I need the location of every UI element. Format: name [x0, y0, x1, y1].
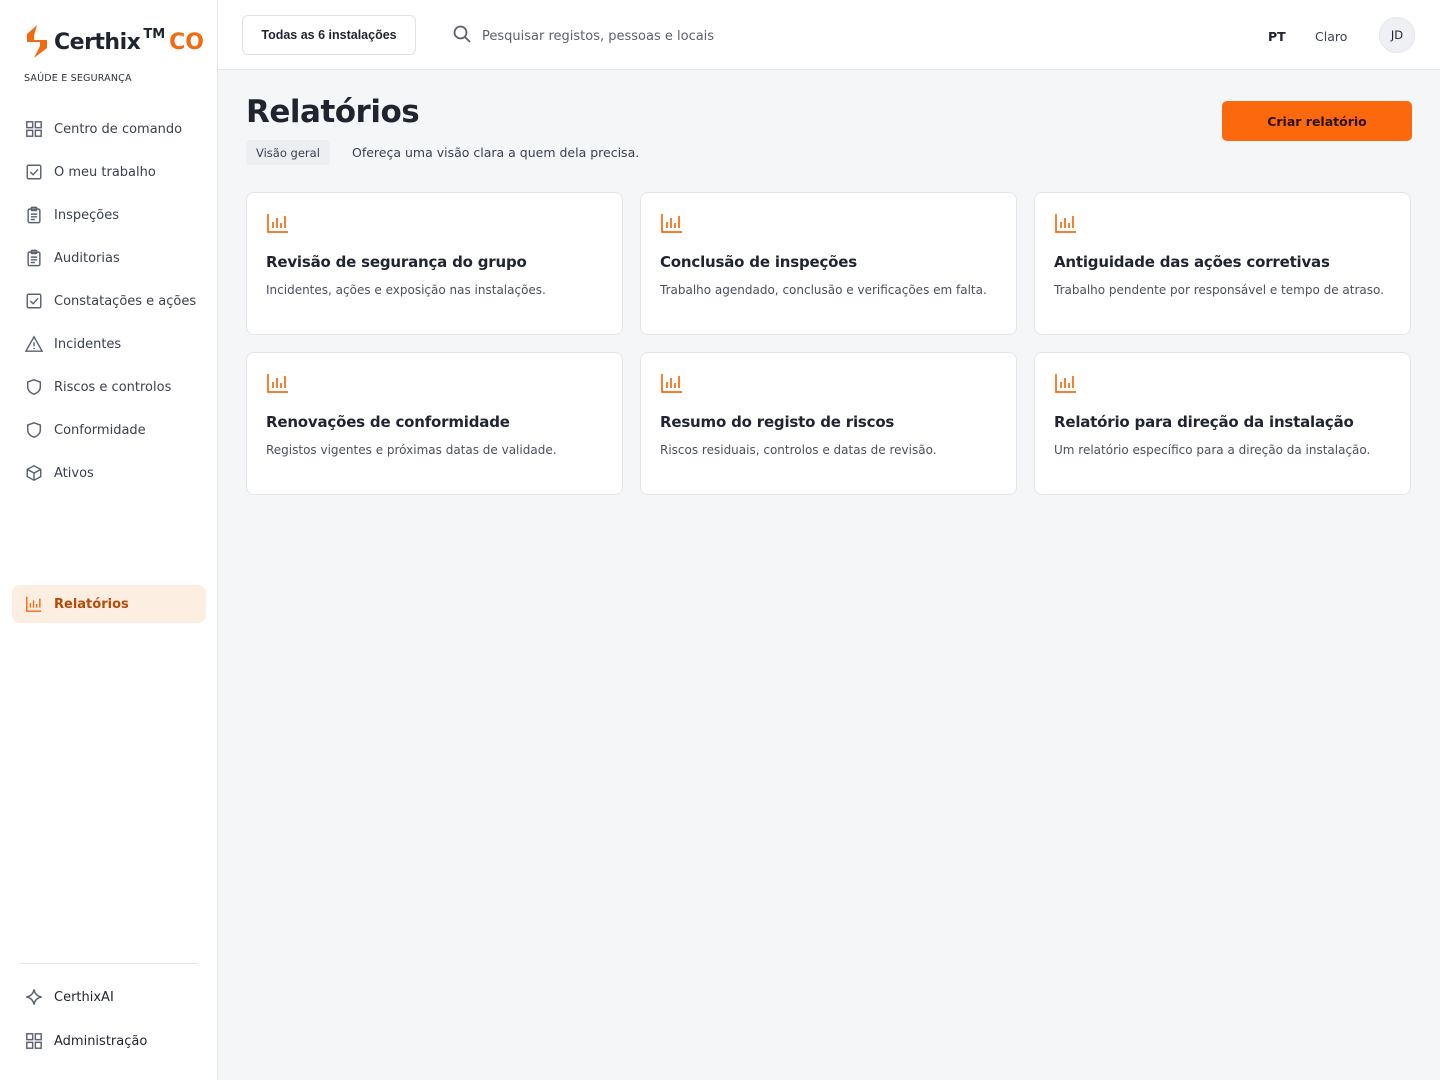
check-square-icon	[24, 162, 44, 182]
sidebar-item-riscos-e-controlos[interactable]: Riscos e controlos	[12, 368, 206, 406]
sidebar-item-incidentes[interactable]: Incidentes	[12, 325, 206, 363]
sidebar-item-label: Incidentes	[54, 336, 122, 352]
sidebar-item-label: Centro de comando	[54, 121, 183, 137]
sidebar-item-label: Relatórios	[54, 596, 129, 612]
grid-icon	[24, 119, 44, 139]
warning-triangle-icon	[24, 334, 44, 354]
bar-chart-icon	[660, 214, 684, 239]
report-card[interactable]: Antiguidade das ações corretivas Trabalh…	[1034, 192, 1411, 335]
sidebar-divider	[20, 963, 198, 964]
create-report-button[interactable]: Criar relatório	[1222, 101, 1412, 141]
report-card-title: Resumo do registo de riscos	[660, 413, 895, 431]
report-card-title: Conclusão de inspeções	[660, 253, 857, 271]
bar-chart-icon	[24, 594, 44, 614]
bar-chart-icon	[266, 374, 290, 399]
brand-trademark: TM	[143, 26, 166, 42]
bar-chart-icon	[1054, 374, 1078, 399]
page-title: Relatórios	[246, 94, 420, 130]
overview-chip: Visão geral	[246, 140, 330, 165]
report-card-description: Um relatório específico para a direção d…	[1054, 443, 1371, 457]
sidebar-item-label: Administração	[54, 1033, 148, 1049]
avatar[interactable]: JD	[1379, 17, 1415, 53]
sidebar-item-label: CerthixAI	[54, 989, 114, 1005]
brand-suffix: CO	[169, 29, 204, 55]
sidebar: Certhix TM CO SAÚDE E SEGURANÇA Centro d…	[0, 0, 218, 1080]
cube-icon	[24, 463, 44, 483]
report-card[interactable]: Resumo do registo de riscos Riscos resid…	[640, 352, 1017, 495]
report-card-description: Registos vigentes e próximas datas de va…	[266, 443, 557, 457]
report-card-description: Trabalho agendado, conclusão e verificaç…	[660, 283, 987, 297]
report-card-description: Incidentes, ações e exposição nas instal…	[266, 283, 546, 297]
brand-name: Certhix	[54, 29, 141, 55]
clipboard-icon	[24, 205, 44, 225]
search-bar	[452, 20, 972, 52]
report-card[interactable]: Revisão de segurança do grupo Incidentes…	[246, 192, 623, 335]
bar-chart-icon	[266, 214, 290, 239]
sidebar-item-inspecoes[interactable]: Inspeções	[12, 196, 206, 234]
report-card-title: Revisão de segurança do grupo	[266, 253, 527, 271]
language-toggle[interactable]: PT	[1268, 29, 1286, 44]
report-card[interactable]: Conclusão de inspeções Trabalho agendado…	[640, 192, 1017, 335]
sidebar-nav-reports: Relatórios	[12, 585, 206, 628]
shield-icon	[24, 420, 44, 440]
report-card-description: Riscos residuais, controlos e datas de r…	[660, 443, 937, 457]
report-card-title: Renovações de conformidade	[266, 413, 510, 431]
site-selector-button[interactable]: Todas as 6 instalações	[242, 15, 416, 55]
sidebar-item-certhixai[interactable]: CerthixAI	[12, 977, 206, 1017]
sidebar-item-label: Ativos	[54, 465, 94, 481]
sidebar-item-label: Auditorias	[54, 250, 120, 266]
sidebar-item-label: Conformidade	[54, 422, 146, 438]
report-card-description: Trabalho pendente por responsável e temp…	[1054, 283, 1384, 297]
brand-logo[interactable]: Certhix TM CO	[24, 24, 204, 60]
search-icon	[452, 24, 472, 48]
clipboard-icon	[24, 248, 44, 268]
sidebar-item-label: Inspeções	[54, 207, 119, 223]
report-cards: Revisão de segurança do grupo Incidentes…	[246, 192, 1412, 495]
report-card[interactable]: Relatório para direção da instalação Um …	[1034, 352, 1411, 495]
certhix-logo-icon	[27, 25, 47, 58]
sidebar-item-administracao[interactable]: Administração	[12, 1021, 206, 1061]
sidebar-item-ativos[interactable]: Ativos	[12, 454, 206, 492]
grid-icon	[24, 1031, 44, 1051]
theme-toggle[interactable]: Claro	[1315, 29, 1347, 44]
shield-icon	[24, 377, 44, 397]
sidebar-nav: Centro de comando O meu trabalho Inspeçõ…	[12, 110, 206, 497]
sidebar-item-relatorios[interactable]: Relatórios	[12, 585, 206, 623]
sidebar-item-auditorias[interactable]: Auditorias	[12, 239, 206, 277]
sidebar-item-label: Riscos e controlos	[54, 379, 172, 395]
sidebar-item-label: Constatações e ações	[54, 293, 197, 309]
sidebar-item-constatacoes-e-acoes[interactable]: Constatações e ações	[12, 282, 206, 320]
report-card-title: Antiguidade das ações corretivas	[1054, 253, 1330, 271]
page-subtitle: Ofereça uma visão clara a quem dela prec…	[352, 145, 640, 160]
search-input[interactable]	[482, 28, 962, 44]
sidebar-item-conformidade[interactable]: Conformidade	[12, 411, 206, 449]
sidebar-item-centro-de-comando[interactable]: Centro de comando	[12, 110, 206, 148]
sidebar-item-label: O meu trabalho	[54, 164, 156, 180]
report-card-title: Relatório para direção da instalação	[1054, 413, 1354, 431]
check-square-icon	[24, 291, 44, 311]
sidebar-bottom-nav: CerthixAI Administração	[12, 977, 206, 1065]
brand-subtitle: SAÚDE E SEGURANÇA	[24, 73, 132, 84]
top-bar: Todas as 6 instalações PT Claro JD	[218, 0, 1440, 70]
bar-chart-icon	[660, 374, 684, 399]
sidebar-item-o-meu-trabalho[interactable]: O meu trabalho	[12, 153, 206, 191]
sparkle-icon	[24, 987, 44, 1007]
bar-chart-icon	[1054, 214, 1078, 239]
report-card[interactable]: Renovações de conformidade Registos vige…	[246, 352, 623, 495]
